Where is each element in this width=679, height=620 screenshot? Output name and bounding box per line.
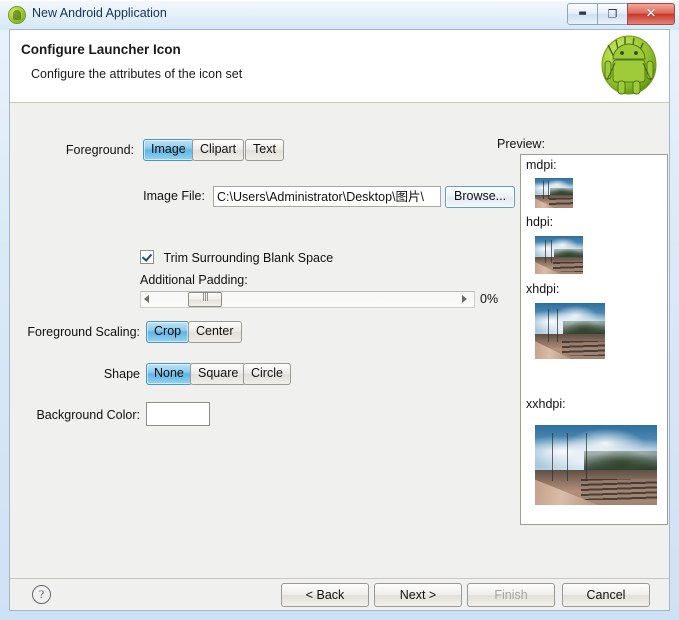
slider-left-arrow-icon[interactable] [144,295,149,303]
wizard-body: Foreground: Image Clipart Text Image Fil… [10,103,669,578]
trim-checkbox[interactable] [140,250,154,264]
next-button[interactable]: Next > [374,583,462,607]
foreground-option-clipart[interactable]: Clipart [192,139,245,161]
android-icon [9,7,25,23]
application-window: New Android Application ▬ ❐ ✕ Configure … [0,0,679,620]
additional-padding-slider[interactable]: 0% [140,290,505,310]
background-color-swatch[interactable] [146,402,210,426]
trim-label: Trim Surrounding Blank Space [163,251,334,265]
image-file-input[interactable]: C:\Users\Administrator\Desktop\图片\ [213,186,441,207]
preview-label-mdpi: mdpi: [526,158,557,172]
window-titlebar: New Android Application ▬ ❐ ✕ [0,0,679,30]
cancel-button[interactable]: Cancel [562,583,650,607]
finish-button: Finish [467,583,555,607]
preview-label: Preview: [497,137,545,151]
shape-option-none[interactable]: None [146,363,192,385]
preview-thumb-xhdpi [535,303,605,359]
window-title: New Android Application [32,6,167,20]
dialog-client-area: Configure Launcher Icon Configure the at… [9,29,670,611]
additional-padding-row: Additional Padding: [140,271,248,289]
page-title: Configure Launcher Icon [21,42,181,57]
slider-thumb[interactable] [188,292,222,307]
dialog-footer: ? < Back Next > Finish Cancel [10,578,669,610]
trim-row[interactable]: Trim Surrounding Blank Space [140,249,333,267]
image-file-label: Image File: [143,189,205,203]
preview-panel[interactable]: mdpi: hdpi: xhdpi: xxhdpi: [520,154,668,525]
minimize-button[interactable]: ▬ [567,3,598,25]
preview-thumb-hdpi [535,236,583,274]
foreground-label: Foreground: [65,143,134,157]
close-icon: ✕ [645,6,657,22]
background-color-label: Background Color: [36,408,140,422]
android-robot-icon [598,33,660,97]
preview-thumb-xxhdpi [535,425,657,505]
additional-padding-label: Additional Padding: [140,273,248,287]
foreground-scaling-label: Foreground Scaling: [27,325,140,339]
foreground-option-image[interactable]: Image [143,139,194,161]
page-subtitle: Configure the attributes of the icon set [31,67,243,81]
close-button[interactable]: ✕ [627,3,675,25]
scaling-option-center[interactable]: Center [188,321,242,343]
browse-button[interactable]: Browse... [445,186,516,208]
back-button[interactable]: < Back [281,583,369,607]
foreground-option-text[interactable]: Text [245,139,284,161]
slider-value: 0% [480,292,499,306]
scaling-option-crop[interactable]: Crop [146,321,190,343]
minimize-icon: ▬ [578,8,587,19]
wizard-header: Configure Launcher Icon Configure the at… [10,30,669,103]
maximize-button[interactable]: ❐ [597,3,628,25]
shape-option-circle[interactable]: Circle [243,363,291,385]
preview-label-xxhdpi: xxhdpi: [526,397,566,411]
window-controls: ▬ ❐ ✕ [567,3,675,25]
maximize-icon: ❐ [607,7,618,21]
preview-label-xhdpi: xhdpi: [526,282,560,296]
shape-option-square[interactable]: Square [190,363,247,385]
shape-label: Shape [103,367,140,381]
preview-label-hdpi: hdpi: [526,215,554,229]
preview-thumb-mdpi [535,178,573,208]
slider-right-arrow-icon[interactable] [462,295,467,303]
help-question-icon[interactable]: ? [32,585,51,604]
